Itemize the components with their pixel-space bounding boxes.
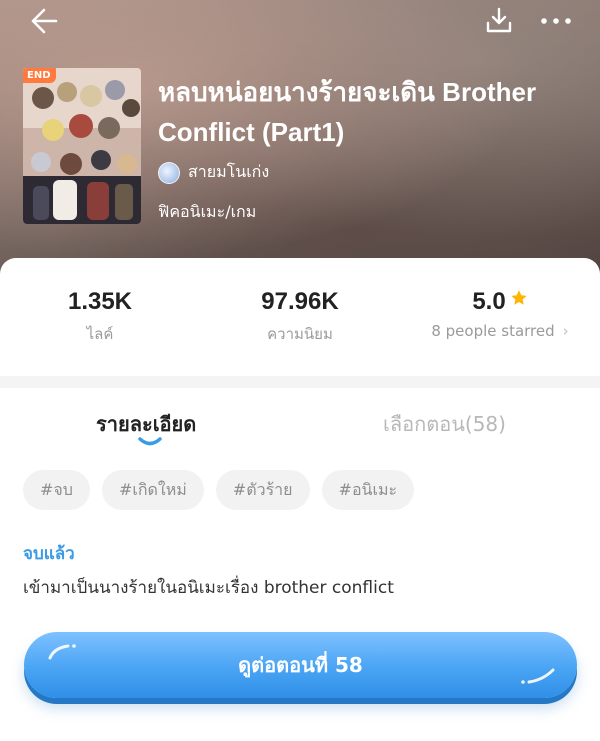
top-bar [0,0,600,44]
synopsis-text: เข้ามาเป็นนางร้ายในอนิเมะเรื่อง brother … [23,578,394,598]
star-icon [511,290,527,305]
button-shine-icon [521,668,555,684]
section-divider [0,376,600,388]
arrow-left-icon [31,8,58,34]
continue-reading-button[interactable]: ดูต่อตอนที่ 58 [24,632,577,698]
genre-label[interactable]: ฟิคอนิเมะ/เกม [158,200,256,225]
continue-reading-label: ดูต่อตอนที่ 58 [238,653,363,677]
rating-label-row: 8 people starred › [400,322,600,340]
active-tab-indicator [138,437,162,446]
button-shine-icon [48,644,76,660]
tag-chip[interactable]: #เกิดใหม่ [101,470,204,510]
likes-value: 1.35K [67,288,133,315]
tag-chip[interactable]: #อนิเมะ [321,470,415,510]
tag-chip[interactable]: #ตัวร้าย [215,470,310,510]
chevron-right-icon: › [562,322,569,340]
back-button[interactable] [28,6,60,36]
end-badge: END [23,68,56,83]
download-icon [486,7,512,33]
more-button[interactable] [538,6,574,36]
popularity-value: 97.96K [261,288,339,315]
popularity-label: ความนิยม [267,325,333,343]
stat-likes: 1.35K ไลค์ [0,288,200,346]
rating-label: 8 people starred [431,322,555,340]
stat-rating[interactable]: 5.0 8 people starred › [400,288,600,340]
author-link[interactable]: สายมโนเก่ง [158,160,269,185]
book-cover[interactable]: END [23,68,141,224]
more-horizontal-icon [541,18,571,24]
author-avatar [158,161,180,184]
tag-list: #จบ #เกิดใหม่ #ตัวร้าย #อนิเมะ [23,470,415,510]
download-button[interactable] [484,6,514,36]
detail-panel: 1.35K ไลค์ 97.96K ความนิยม 5.0 8 people … [0,258,600,741]
likes-label: ไลค์ [86,325,114,343]
book-title: หลบหน่อยนางร้ายจะเดิน Brother Conflict (… [158,77,537,147]
tag-chip[interactable]: #จบ [23,470,90,510]
completion-status: จบแล้ว [23,544,75,564]
stat-popularity: 97.96K ความนิยม [200,288,400,346]
rating-row: 5.0 [400,288,600,316]
stats-row: 1.35K ไลค์ 97.96K ความนิยม 5.0 8 people … [0,258,600,376]
tab-episodes[interactable]: เลือกตอน(58) [383,408,506,440]
author-name: สายมโนเก่ง [188,162,270,181]
rating-value: 5.0 [472,288,506,315]
cover-illustration [23,68,141,224]
